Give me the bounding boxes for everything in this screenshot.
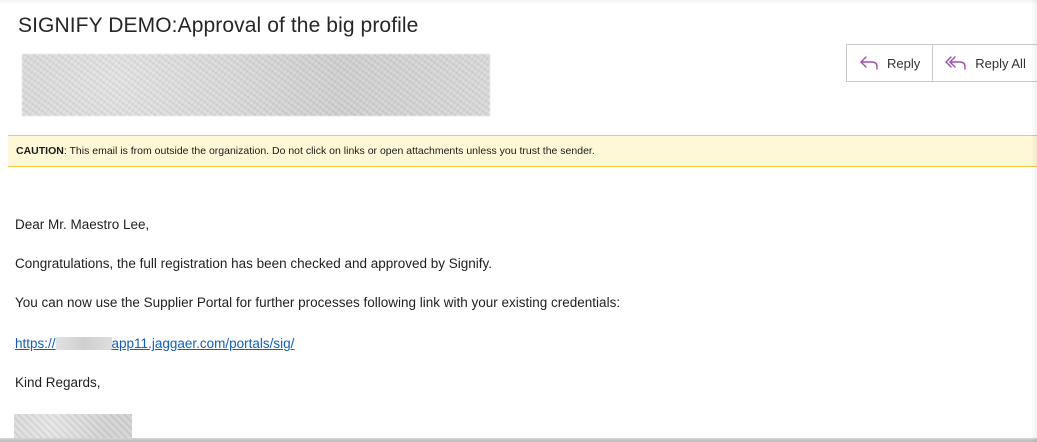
caution-prefix: CAUTION <box>16 145 64 157</box>
email-body-line-portal: You can now use the Supplier Portal for … <box>15 295 621 310</box>
email-body-line-approval: Congratulations, the full registration h… <box>15 256 493 271</box>
portal-link-redacted <box>55 337 112 350</box>
external-caution-banner: CAUTION: This email is from outside the … <box>8 135 1037 167</box>
sender-info-redacted <box>22 54 490 116</box>
email-closing: Kind Regards, <box>15 375 101 390</box>
portal-link-prefix[interactable]: https:// <box>15 336 56 351</box>
caution-message: : This email is from outside the organiz… <box>63 145 595 157</box>
email-greeting: Dear Mr. Maestro Lee, <box>15 217 150 232</box>
signature-redacted <box>14 414 132 440</box>
message-actions-toolbar: Reply Reply All <box>846 44 1037 82</box>
right-edge-shadow <box>1031 0 1037 442</box>
reply-all-label: Reply All <box>975 55 1026 71</box>
reply-label: Reply <box>887 55 921 71</box>
portal-link[interactable]: https:// app11.jaggaer.com/portals/sig/ <box>15 336 294 351</box>
reply-all-icon <box>945 55 967 71</box>
reply-button[interactable]: Reply <box>847 45 934 81</box>
bottom-divider <box>0 438 1037 442</box>
portal-link-suffix[interactable]: app11.jaggaer.com/portals/sig/ <box>112 336 295 351</box>
reply-all-button[interactable]: Reply All <box>933 45 1037 81</box>
email-subject: SIGNIFY DEMO:Approval of the big profile <box>18 14 419 37</box>
reply-icon <box>859 55 879 71</box>
